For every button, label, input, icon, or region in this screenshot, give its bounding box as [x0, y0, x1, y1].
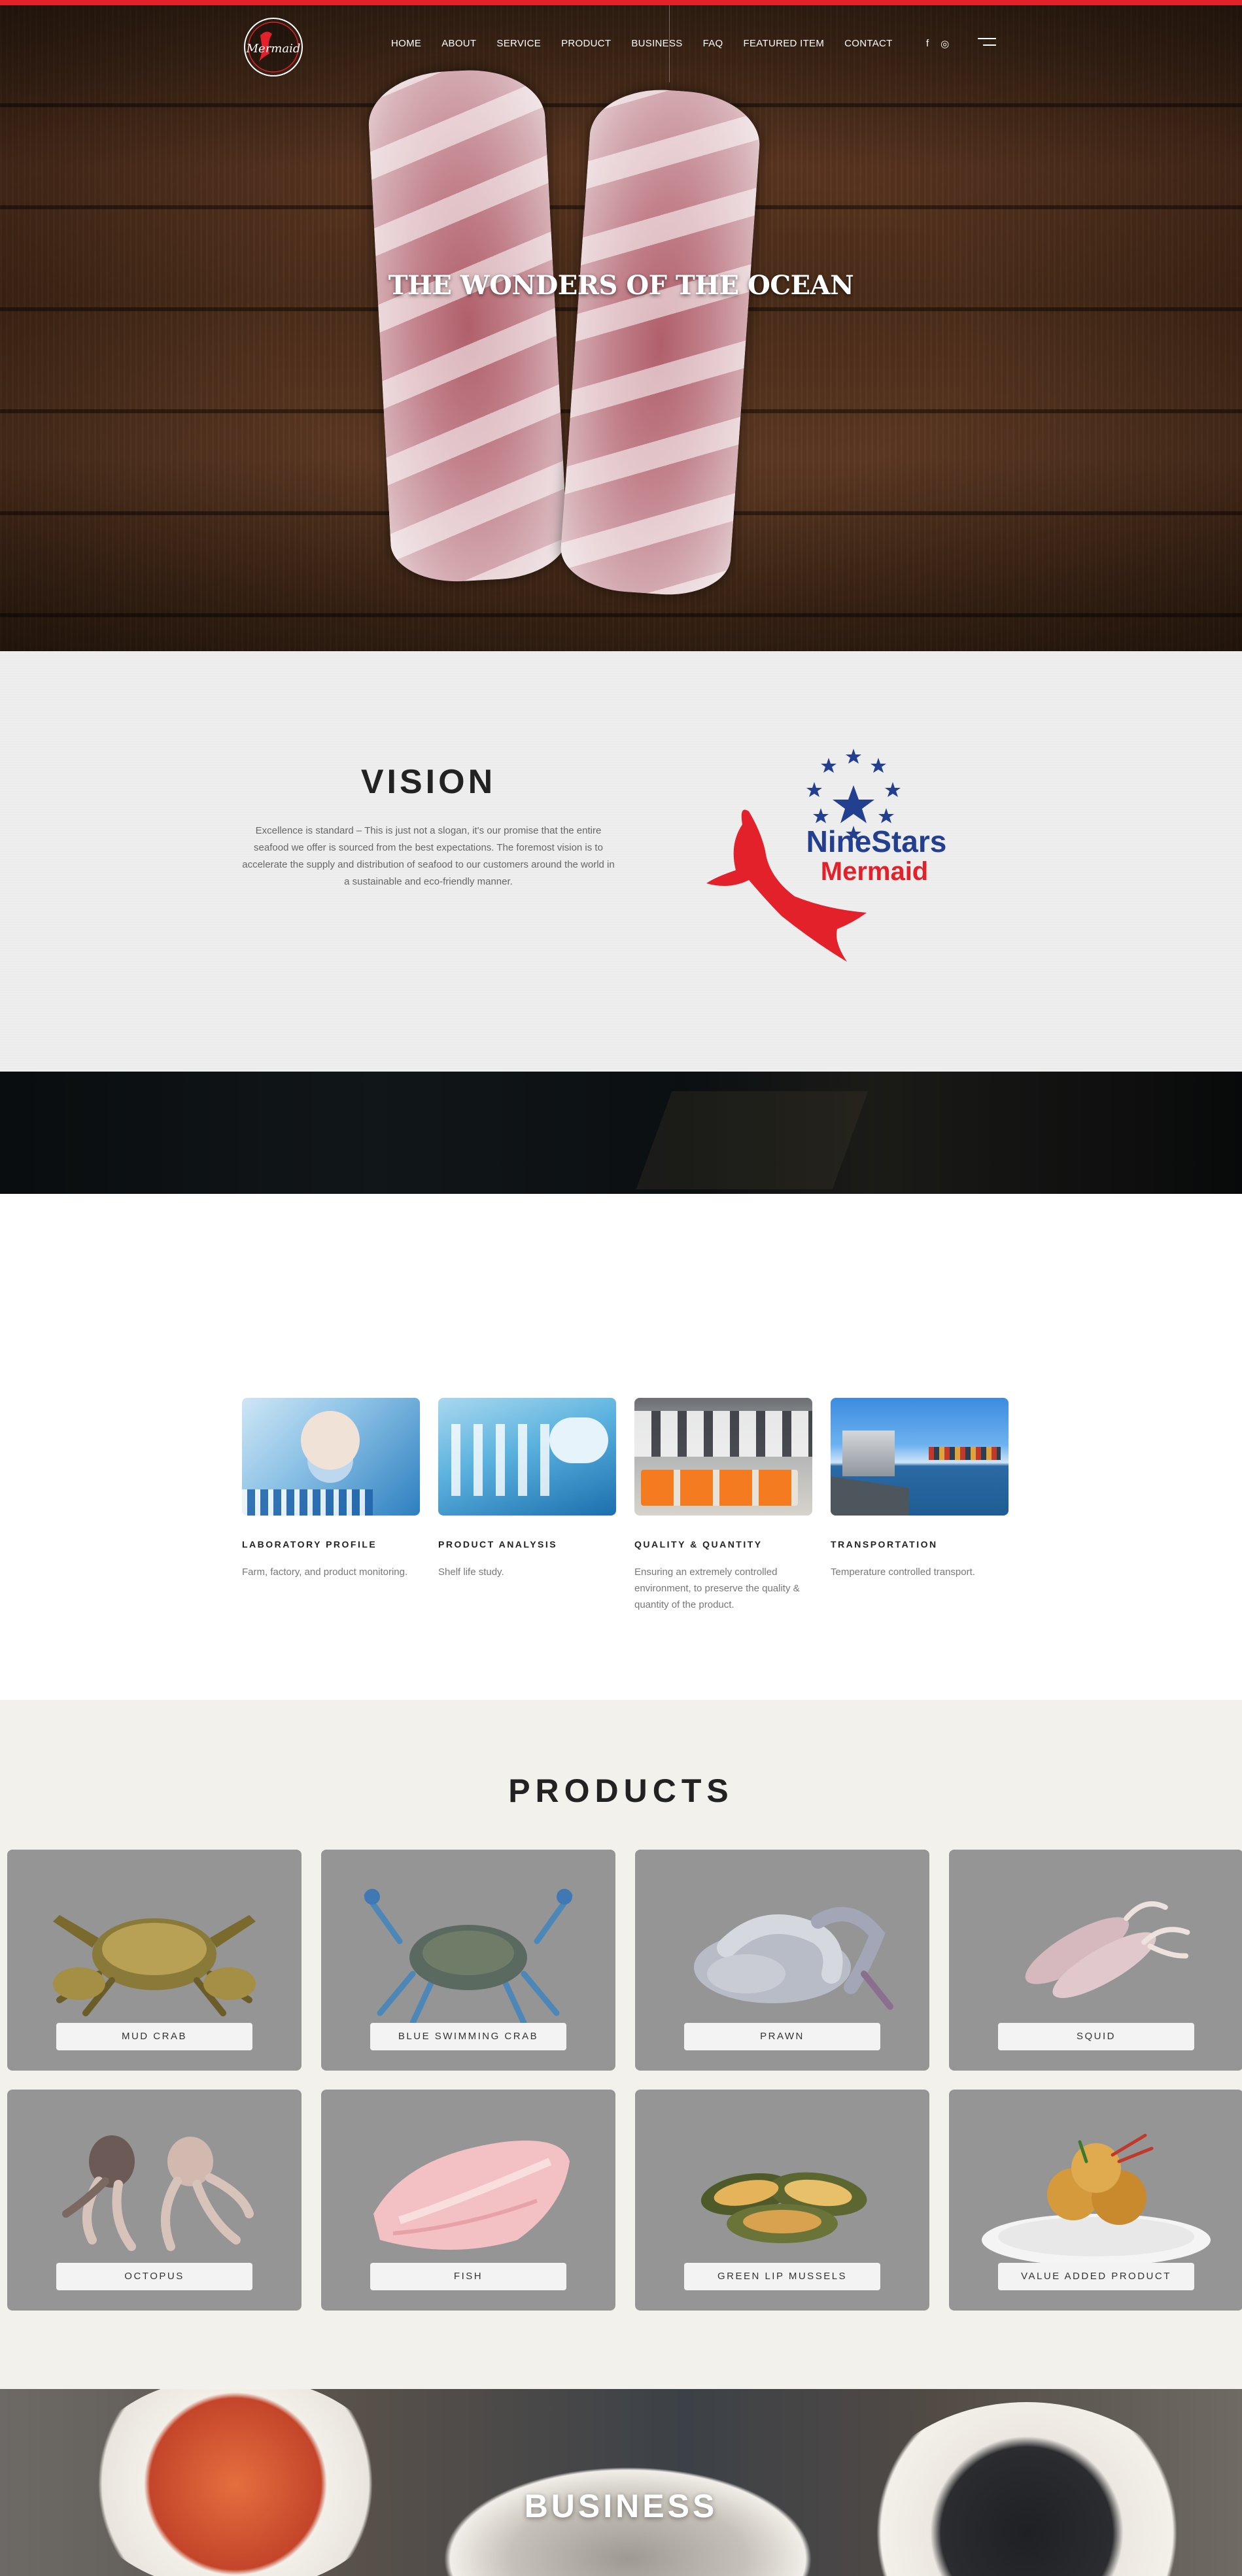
service-title: PRODUCT ANALYSIS: [438, 1539, 558, 1550]
service-title: TRANSPORTATION: [831, 1539, 938, 1550]
svg-text:NineStars: NineStars: [806, 824, 947, 858]
hamburger-icon[interactable]: [978, 38, 996, 47]
product-label[interactable]: GREEN LIP MUSSELS: [684, 2263, 880, 2290]
instagram-icon[interactable]: ◎: [940, 38, 949, 50]
product-label[interactable]: MUD CRAB: [56, 2023, 252, 2050]
nav-item-product[interactable]: PRODUCT: [561, 38, 611, 49]
business-section: BUSINESS: [0, 2389, 1242, 2576]
nav-item-featured-item[interactable]: FEATURED ITEM: [744, 38, 825, 49]
laboratory-image: [242, 1398, 420, 1516]
nav-item-about[interactable]: ABOUT: [441, 38, 476, 49]
nav-item-business[interactable]: BUSINESS: [631, 38, 682, 49]
social-links: f ◎: [926, 38, 949, 50]
squid-image: [1025, 1901, 1190, 1998]
svg-text:Mermaid: Mermaid: [821, 857, 929, 886]
product-card-prawn[interactable]: PRAWN: [635, 1850, 929, 2071]
product-label[interactable]: OCTOPUS: [56, 2263, 252, 2290]
mud-crab-image: [53, 1915, 256, 2016]
services-section: LABORATORY PROFILE Farm, factory, and pr…: [0, 1194, 1242, 1700]
business-title: BUSINESS: [524, 2488, 718, 2524]
products-title: PRODUCTS: [508, 1772, 734, 1809]
prawn-image: [694, 1907, 893, 2010]
quality-quantity-image: [634, 1398, 812, 1516]
service-desc: Ensuring an extremely controlled environ…: [634, 1567, 800, 1610]
hero-title: THE WONDERS OF THE OCEAN: [388, 270, 854, 301]
nav-divider: [669, 5, 670, 82]
site-logo[interactable]: Mermaid: [241, 16, 306, 78]
product-label[interactable]: BLUE SWIMMING CRAB: [370, 2023, 566, 2050]
service-title: LABORATORY PROFILE: [242, 1539, 377, 1550]
products-section: PRODUCTS MUD CRAB BLUE SWIMMING CRAB PRA…: [0, 1700, 1242, 2389]
blue-crab-image: [364, 1889, 573, 2026]
hero-section: THE WONDERS OF THE OCEAN: [0, 5, 1242, 651]
product-label[interactable]: VALUE ADDED PRODUCT: [998, 2263, 1194, 2290]
service-card-analysis: PRODUCT ANALYSIS Shelf life study.: [438, 1398, 616, 1580]
fish-fillet-image: [373, 2141, 570, 2250]
vision-text: Excellence is standard – This is just no…: [242, 825, 615, 887]
main-nav: HOME ABOUT SERVICE PRODUCT BUSINESS FAQ …: [391, 38, 913, 49]
facebook-icon[interactable]: f: [926, 38, 929, 50]
kimchi-bowl-image: [78, 2389, 392, 2576]
product-card-fish[interactable]: FISH: [321, 2090, 615, 2311]
product-card-mud-crab[interactable]: MUD CRAB: [7, 1850, 302, 2071]
vision-title: VISION: [360, 763, 496, 801]
service-desc: Temperature controlled transport.: [831, 1567, 975, 1578]
ninestars-mermaid-logo: NineStars Mermaid: [703, 746, 952, 968]
service-card-laboratory: LABORATORY PROFILE Farm, factory, and pr…: [242, 1398, 420, 1580]
product-label[interactable]: FISH: [370, 2263, 566, 2290]
vision-section: VISION Excellence is standard – This is …: [0, 651, 1242, 1072]
service-desc: Shelf life study.: [438, 1567, 504, 1578]
service-title: QUALITY & QUANTITY: [634, 1539, 763, 1550]
service-card-quality: QUALITY & QUANTITY Ensuring an extremely…: [634, 1398, 812, 1613]
nav-item-contact[interactable]: CONTACT: [844, 38, 892, 49]
service-card-transportation: TRANSPORTATION Temperature controlled tr…: [831, 1398, 1009, 1580]
product-card-squid[interactable]: SQUID: [949, 1850, 1242, 2071]
product-card-octopus[interactable]: OCTOPUS: [7, 2090, 302, 2311]
nav-item-service[interactable]: SERVICE: [496, 38, 541, 49]
nav-item-faq[interactable]: FAQ: [703, 38, 723, 49]
squid-fillet-image: [366, 66, 570, 585]
product-card-value-added[interactable]: VALUE ADDED PRODUCT: [949, 2090, 1242, 2311]
mussels-image: [700, 2172, 867, 2243]
squid-fillet-image: [558, 84, 763, 600]
nav-item-home[interactable]: HOME: [391, 38, 421, 49]
product-label[interactable]: PRAWN: [684, 2023, 880, 2050]
top-accent-bar: [0, 0, 1242, 5]
service-desc: Farm, factory, and product monitoring.: [242, 1567, 408, 1578]
product-card-green-lip-mussels[interactable]: GREEN LIP MUSSELS: [635, 2090, 929, 2311]
value-added-image: [982, 2133, 1211, 2266]
svg-text:Mermaid: Mermaid: [246, 42, 301, 56]
transportation-image: [831, 1398, 1009, 1516]
dark-photo-band: [0, 1072, 1242, 1194]
product-card-blue-swimming-crab[interactable]: BLUE SWIMMING CRAB: [321, 1850, 615, 2071]
octopus-image: [62, 2135, 254, 2251]
product-label[interactable]: SQUID: [998, 2023, 1194, 2050]
product-analysis-image: [438, 1398, 616, 1516]
site-header: Mermaid HOME ABOUT SERVICE PRODUCT BUSIN…: [0, 5, 1242, 82]
